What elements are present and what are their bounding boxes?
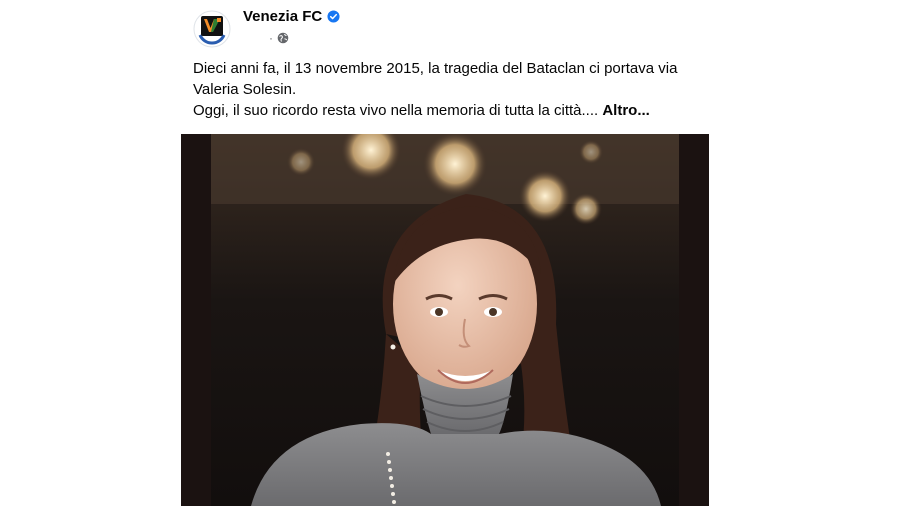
- page-name[interactable]: Venezia FC: [243, 8, 322, 25]
- caption-line-2-text: Oggi, il suo ricordo resta vivo nella me…: [193, 102, 599, 119]
- portrait-photo: [181, 120, 709, 506]
- caption-line-1: Dieci anni fa, il 13 novembre 2015, la t…: [193, 60, 678, 98]
- post-header: Venezia FC ·: [181, 0, 709, 56]
- post-meta: ·: [243, 31, 289, 45]
- venezia-fc-logo-icon: [193, 10, 231, 48]
- page-avatar[interactable]: [193, 10, 231, 48]
- caption-line-2: Oggi, il suo ricordo resta vivo nella me…: [193, 100, 703, 121]
- post-timestamp[interactable]: [243, 31, 265, 45]
- page-name-link[interactable]: Venezia FC: [243, 8, 340, 25]
- verified-badge-icon: [327, 10, 340, 23]
- post-photo[interactable]: [181, 120, 709, 506]
- globe-icon[interactable]: [277, 32, 289, 44]
- post-caption: Dieci anni fa, il 13 novembre 2015, la t…: [193, 58, 703, 121]
- facebook-post: Venezia FC · Dieci anni fa, il 13 novemb…: [181, 0, 709, 506]
- see-more-link[interactable]: Altro...: [602, 102, 650, 119]
- meta-separator: ·: [269, 31, 273, 45]
